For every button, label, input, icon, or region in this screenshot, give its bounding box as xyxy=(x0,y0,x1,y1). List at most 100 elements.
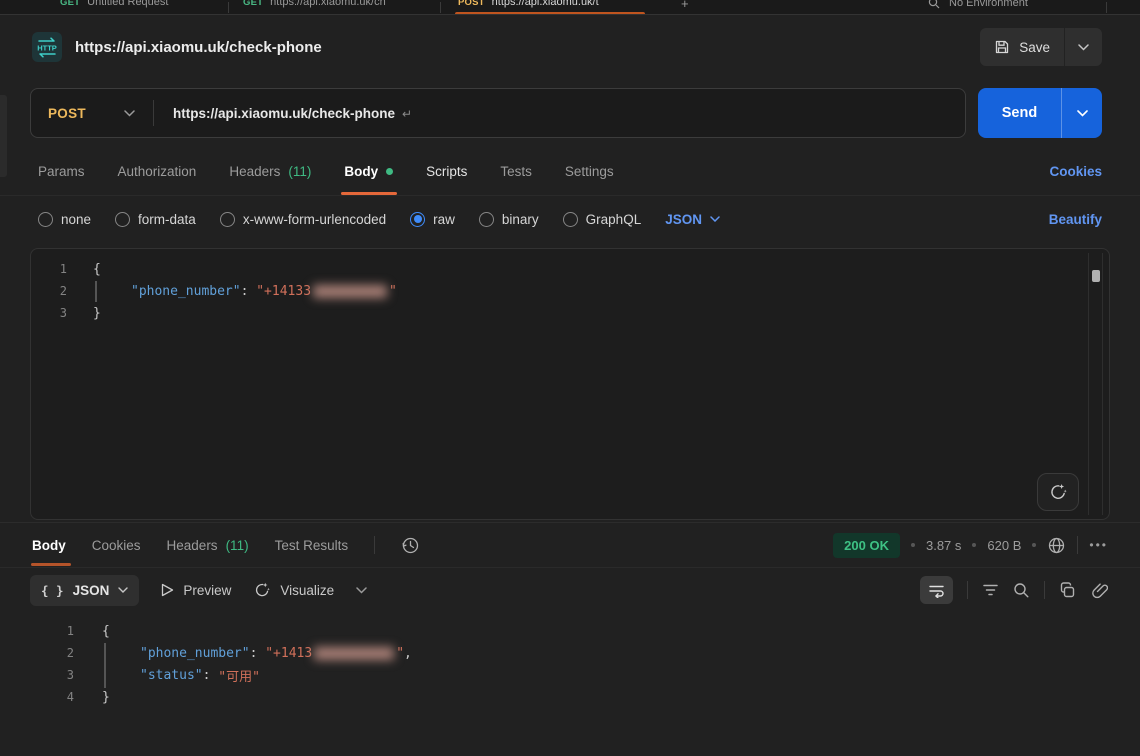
tab-authorization[interactable]: Authorization xyxy=(118,164,197,179)
radio-label: raw xyxy=(433,212,455,227)
response-body-viewer[interactable]: 1 { 2 "phone_number": "+1413", 3 "status… xyxy=(0,612,1140,708)
radio-form-data[interactable]: form-data xyxy=(115,212,196,227)
editor-scrollbar[interactable] xyxy=(1088,253,1103,515)
response-tab-test-results[interactable]: Test Results xyxy=(275,538,349,553)
redacted-blur xyxy=(314,647,394,660)
network-globe-icon[interactable] xyxy=(1047,536,1066,555)
radio-circle-selected xyxy=(410,212,425,227)
send-options-button[interactable] xyxy=(1062,88,1102,138)
tab-divider xyxy=(440,2,441,13)
method-selector[interactable]: POST xyxy=(31,106,153,121)
tab-body[interactable]: Body xyxy=(344,164,393,179)
code-line: 3 } xyxy=(31,302,1109,324)
url-input[interactable]: https://api.xiaomu.uk/check-phone ↵ xyxy=(154,106,412,121)
body-modified-dot xyxy=(386,168,393,175)
chevron-down-icon[interactable] xyxy=(356,587,367,594)
workspace-tab-untitled[interactable]: GET Untitled Request xyxy=(60,0,168,8)
indent-guide xyxy=(104,663,106,688)
tab-scripts[interactable]: Scripts xyxy=(426,164,467,179)
sparkle-wand-icon xyxy=(1048,482,1068,502)
tab-params[interactable]: Params xyxy=(38,164,85,179)
divider xyxy=(967,581,968,599)
search-icon[interactable] xyxy=(1013,582,1030,599)
code-line: 1 { xyxy=(30,620,1140,642)
radio-circle xyxy=(220,212,235,227)
tab-label: Body xyxy=(344,164,378,179)
radio-graphql[interactable]: GraphQL xyxy=(563,212,642,227)
send-label: Send xyxy=(978,88,1061,138)
radio-circle xyxy=(115,212,130,227)
divider xyxy=(374,536,375,554)
cookies-link[interactable]: Cookies xyxy=(1049,164,1102,179)
response-size: 620 B xyxy=(987,538,1021,553)
chevron-down-icon xyxy=(710,216,720,222)
workspace-tab-get-request[interactable]: GET https://api.xiaomu.uk/ch xyxy=(243,0,386,8)
code-line: 2 "phone_number": "+1413", xyxy=(30,642,1140,664)
request-body-editor[interactable]: 1 { 2 "phone_number": "+14133" 3 } xyxy=(30,248,1110,520)
save-button[interactable]: Save xyxy=(980,28,1102,66)
url-value: https://api.xiaomu.uk/check-phone xyxy=(173,106,395,121)
scrollbar-thumb[interactable] xyxy=(1092,270,1100,282)
postbot-button[interactable] xyxy=(1037,473,1079,511)
line-number: 4 xyxy=(30,690,74,704)
response-tab-cookies[interactable]: Cookies xyxy=(92,538,141,553)
tab-label: https://api.xiaomu.uk/ch xyxy=(270,0,386,8)
format-label: JSON xyxy=(73,583,110,598)
save-options-button[interactable] xyxy=(1065,28,1102,66)
response-history-icon[interactable] xyxy=(401,536,420,555)
tab-tests[interactable]: Tests xyxy=(500,164,532,179)
raw-language-selector[interactable]: JSON xyxy=(665,212,720,227)
postman-app: { "colors": { "accent_orange": "#e4683a"… xyxy=(0,0,1140,756)
copy-icon[interactable] xyxy=(1059,582,1076,599)
dot-separator xyxy=(911,543,915,547)
radio-circle xyxy=(479,212,494,227)
environment-selector[interactable]: No Environment xyxy=(928,0,1028,9)
svg-text:HTTP: HTTP xyxy=(37,44,57,53)
send-button[interactable]: Send xyxy=(978,88,1102,138)
wrap-text-button[interactable] xyxy=(920,576,953,604)
tab-label: Test Results xyxy=(275,538,349,553)
preview-button[interactable]: Preview xyxy=(161,583,231,598)
response-format-selector[interactable]: { } JSON xyxy=(30,575,139,606)
more-options-button[interactable]: ••• xyxy=(1089,538,1108,552)
response-tab-body[interactable]: Body xyxy=(32,538,66,553)
tab-label: Cookies xyxy=(92,538,141,553)
tab-settings[interactable]: Settings xyxy=(565,164,614,179)
response-status-cluster: 200 OK 3.87 s 620 B ••• xyxy=(833,533,1108,558)
active-tab-underline xyxy=(455,12,645,15)
response-tab-headers[interactable]: Headers (11) xyxy=(167,538,249,553)
body-type-row: none form-data x-www-form-urlencoded raw… xyxy=(0,196,1140,242)
tab-label: Settings xyxy=(565,164,614,179)
line-number: 1 xyxy=(31,262,67,276)
tab-headers[interactable]: Headers (11) xyxy=(229,164,311,179)
radio-circle xyxy=(38,212,53,227)
json-value: "可用" xyxy=(218,666,260,685)
radio-raw[interactable]: raw xyxy=(410,212,455,227)
tab-label: Body xyxy=(32,538,66,553)
radio-x-www-form-urlencoded[interactable]: x-www-form-urlencoded xyxy=(220,212,386,227)
workspace-tab-post-active[interactable]: POST https://api.xiaomu.uk/t xyxy=(458,0,599,8)
http-request-icon: HTTP xyxy=(32,32,62,62)
code-token: : xyxy=(241,284,257,299)
language-label: JSON xyxy=(665,212,702,227)
tab-label: https://api.xiaomu.uk/t xyxy=(492,0,599,8)
code-token: : xyxy=(203,668,219,683)
save-button-main[interactable]: Save xyxy=(980,28,1064,66)
code-line: 4 } xyxy=(30,686,1140,708)
code-token: } xyxy=(102,690,110,705)
visualize-button[interactable]: Visualize xyxy=(253,581,334,599)
json-value: " xyxy=(396,646,404,661)
save-label: Save xyxy=(1019,40,1050,55)
radio-none[interactable]: none xyxy=(38,212,91,227)
new-tab-button[interactable]: + xyxy=(681,0,689,11)
tab-divider xyxy=(1106,2,1107,13)
sidebar-edge xyxy=(0,95,7,177)
chevron-down-icon xyxy=(124,110,135,117)
radio-binary[interactable]: binary xyxy=(479,212,539,227)
radio-label: none xyxy=(61,212,91,227)
filter-icon[interactable] xyxy=(982,583,999,597)
headers-count: (11) xyxy=(288,164,311,179)
link-icon[interactable] xyxy=(1090,581,1108,599)
beautify-link[interactable]: Beautify xyxy=(1049,212,1102,227)
response-action-icons xyxy=(920,576,1108,604)
